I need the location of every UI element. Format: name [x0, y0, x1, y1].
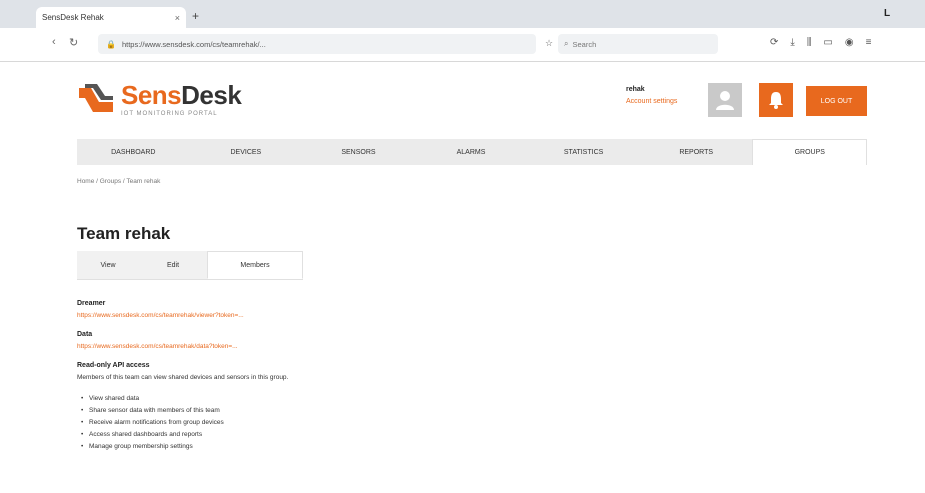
main-nav: DASHBOARD DEVICES SENSORS ALARMS STATIST…	[77, 139, 868, 165]
new-tab-button[interactable]: +	[192, 9, 199, 23]
nav-item-groups[interactable]: GROUPS	[752, 139, 868, 165]
logout-button[interactable]: LOG OUT	[806, 86, 867, 116]
subtabs: View Edit Members	[77, 251, 303, 280]
window-menu-icon[interactable]: L	[884, 8, 890, 19]
nav-item-sensors[interactable]: SENSORS	[302, 139, 415, 165]
download-icon[interactable]: ⤓	[790, 37, 794, 48]
bell-icon	[769, 92, 783, 109]
nav-item-statistics[interactable]: STATISTICS	[527, 139, 640, 165]
account-settings-link[interactable]: Account settings	[626, 98, 677, 105]
browser-tabstrip: SensDesk Rehak × + L	[0, 0, 925, 28]
field-link[interactable]: https://www.sensdesk.com/cs/teamrehak/vi…	[77, 312, 877, 319]
reload-icon[interactable]: ↻	[69, 36, 78, 49]
list-item: Receive alarm notifications from group d…	[77, 419, 877, 426]
content: Dreamer https://www.sensdesk.com/cs/team…	[77, 300, 877, 455]
tab-view[interactable]: View	[77, 251, 139, 279]
pocket-icon[interactable]: ⟳	[770, 37, 778, 48]
bookmark-star-icon[interactable]: ☆	[545, 38, 553, 49]
field-link[interactable]: https://www.sensdesk.com/cs/teamrehak/da…	[77, 343, 877, 350]
browser-toolbar: ‹ ↻ 🔒 https://www.sensdesk.com/cs/teamre…	[0, 28, 925, 62]
tab-members[interactable]: Members	[207, 251, 303, 279]
nav-item-devices[interactable]: DEVICES	[190, 139, 303, 165]
nav-item-dashboard[interactable]: DASHBOARD	[77, 139, 190, 165]
list-item: Manage group membership settings	[77, 443, 877, 450]
field-label: Read-only API access	[77, 362, 150, 369]
menu-icon[interactable]: ≡	[866, 37, 872, 48]
avatar[interactable]	[708, 83, 742, 117]
browser-tab[interactable]: SensDesk Rehak ×	[36, 7, 186, 28]
tab-title: SensDesk Rehak	[42, 13, 104, 22]
back-icon[interactable]: ‹	[52, 36, 56, 48]
search-placeholder: Search	[572, 39, 597, 49]
field-label: Data	[77, 331, 93, 338]
list-item: Share sensor data with members of this t…	[77, 407, 877, 414]
nav-item-alarms[interactable]: ALARMS	[415, 139, 528, 165]
breadcrumb[interactable]: Home / Groups / Team rehak	[77, 178, 160, 185]
search-icon: ⌕	[564, 39, 569, 48]
description-text: Members of this team can view shared dev…	[77, 374, 289, 381]
logo-sens: Sens	[121, 80, 182, 110]
logo-tagline: IOT MONITORING PORTAL	[121, 111, 218, 117]
toolbar-icons: ⟳ ⤓ ⫼ ▭ ◉ ≡	[770, 37, 871, 48]
sidebar-icon[interactable]: ▭	[823, 37, 832, 48]
tab-close-icon[interactable]: ×	[175, 13, 180, 23]
lock-icon: 🔒	[106, 39, 116, 49]
logo-wordmark: SensDesk	[121, 80, 242, 110]
user-block: rehak Account settings	[626, 86, 677, 105]
nav-item-reports[interactable]: REPORTS	[640, 139, 753, 165]
url-text: https://www.sensdesk.com/cs/teamrehak/..…	[121, 39, 266, 49]
bullet-list: View shared data Share sensor data with …	[77, 395, 877, 450]
user-icon	[716, 91, 734, 110]
page-title: Team rehak	[77, 224, 171, 243]
address-bar[interactable]: 🔒 https://www.sensdesk.com/cs/teamrehak/…	[98, 34, 536, 54]
notifications-button[interactable]	[759, 83, 793, 117]
user-name: rehak	[626, 86, 645, 93]
sensdesk-logo[interactable]: SensDesk IOT MONITORING PORTAL	[77, 80, 242, 117]
search-bar[interactable]: ⌕ Search	[558, 34, 718, 54]
account-icon[interactable]: ◉	[845, 37, 854, 48]
library-icon[interactable]: ⫼	[807, 37, 812, 48]
logo-mark-icon	[79, 84, 113, 112]
logo-desk: Desk	[181, 80, 242, 110]
field-label: Dreamer	[77, 300, 106, 307]
list-item: View shared data	[77, 395, 877, 402]
tab-edit[interactable]: Edit	[139, 251, 207, 279]
list-item: Access shared dashboards and reports	[77, 431, 877, 438]
